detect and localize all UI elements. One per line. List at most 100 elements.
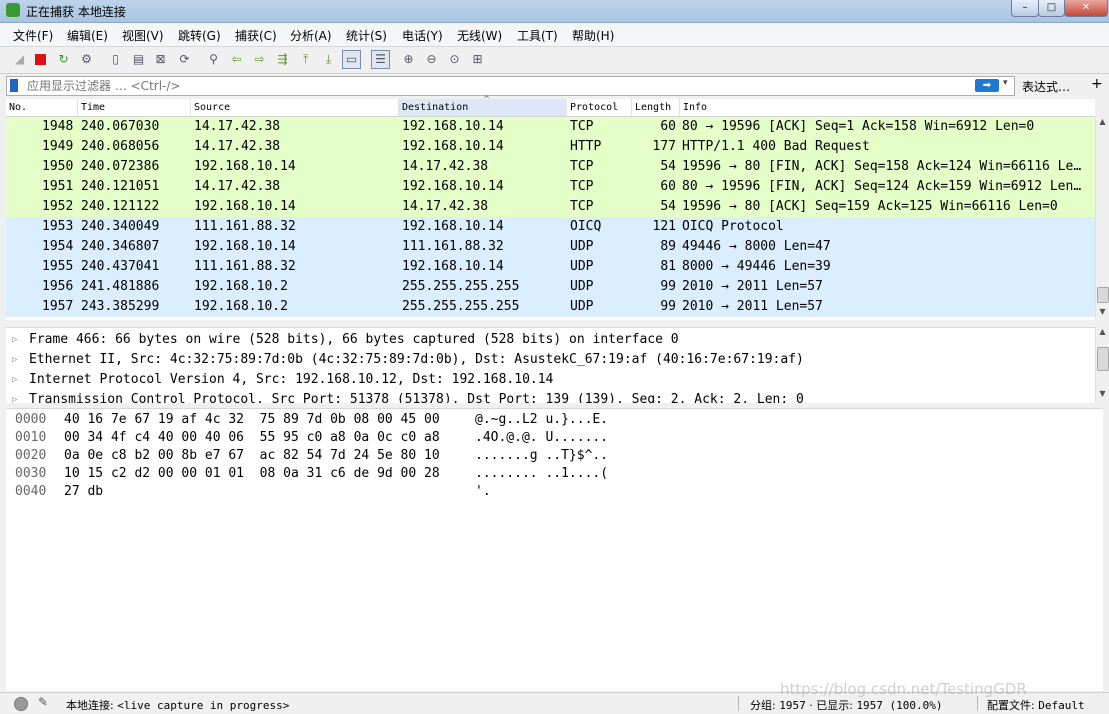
packet-row[interactable]: 1957 243.385299 192.168.10.2 255.255.255.25… bbox=[6, 297, 1095, 317]
menu-tools[interactable]: 工具(T) bbox=[517, 27, 558, 44]
packet-list-scrollbar[interactable]: ▲ ▼ bbox=[1095, 117, 1109, 320]
packet-protocol: UDP bbox=[570, 299, 594, 314]
byte-ascii[interactable]: ........ ..1....( bbox=[475, 465, 608, 483]
packet-protocol: OICQ bbox=[570, 219, 602, 234]
find-packet-icon[interactable]: ⚲ bbox=[205, 51, 222, 68]
resize-columns-icon[interactable]: ⊞ bbox=[469, 51, 486, 68]
menu-analyze[interactable]: 分析(A) bbox=[290, 27, 332, 44]
packet-length: 81 bbox=[660, 259, 676, 274]
column-length[interactable]: Length bbox=[632, 99, 680, 116]
menu-go[interactable]: 跳转(G) bbox=[178, 27, 221, 44]
zoom-reset-icon[interactable]: ⊙ bbox=[446, 51, 463, 68]
column-destination[interactable]: Destination bbox=[399, 99, 567, 116]
byte-ascii[interactable]: @.~g..L2 u.}...E. bbox=[475, 411, 608, 429]
profile-status[interactable]: 配置文件: Default bbox=[987, 697, 1085, 713]
byte-hex[interactable]: 00 34 4f c4 40 00 40 06 55 95 c0 a8 0a 0… bbox=[64, 429, 440, 447]
expand-arrow-icon[interactable]: ▷ bbox=[12, 330, 17, 350]
capture-comment-icon[interactable]: ✎ bbox=[38, 695, 48, 709]
column-time[interactable]: Time bbox=[78, 99, 191, 116]
packet-time: 240.437041 bbox=[81, 259, 160, 274]
filter-history-dropdown[interactable]: ▾ bbox=[1003, 78, 1008, 88]
go-to-packet-icon[interactable]: ⇶ bbox=[274, 51, 291, 68]
autoscroll-icon[interactable]: ▭ bbox=[342, 50, 361, 69]
capture-options-icon[interactable]: ⚙ bbox=[78, 51, 95, 68]
packet-row[interactable]: 1952 240.121122 192.168.10.14 14.17.42.38 TC… bbox=[6, 197, 1095, 217]
stop-capture-icon[interactable] bbox=[32, 51, 49, 68]
expand-arrow-icon[interactable]: ▷ bbox=[12, 370, 17, 390]
column-no[interactable]: No. bbox=[6, 99, 78, 116]
byte-hex[interactable]: 27 db bbox=[64, 483, 103, 501]
details-scrollbar[interactable]: ▲ ▼ bbox=[1095, 327, 1109, 402]
start-capture-icon[interactable]: ◢ bbox=[11, 51, 28, 68]
column-info[interactable]: Info bbox=[680, 99, 1095, 116]
details-scroll-up-icon[interactable]: ▲ bbox=[1096, 327, 1109, 336]
apply-filter-button[interactable]: ➡ bbox=[975, 79, 999, 92]
packet-time: 243.385299 bbox=[81, 299, 160, 314]
zoom-out-icon[interactable]: ⊖ bbox=[423, 51, 440, 68]
column-protocol[interactable]: Protocol bbox=[567, 99, 632, 116]
packet-row[interactable]: 1955 240.437041 111.161.88.32 192.168.10.14… bbox=[6, 257, 1095, 277]
profile-label: 配置文件: bbox=[987, 699, 1035, 712]
packet-row[interactable]: 1953 240.340049 111.161.88.32 192.168.10.14… bbox=[6, 217, 1095, 237]
menu-file[interactable]: 文件(F) bbox=[13, 27, 53, 44]
pane-splitter[interactable] bbox=[0, 321, 1109, 326]
byte-hex[interactable]: 10 15 c2 d2 00 00 01 01 08 0a 31 c6 de 9… bbox=[64, 465, 440, 483]
byte-ascii[interactable]: .4O.@.@. U....... bbox=[475, 429, 608, 447]
zoom-in-icon[interactable]: ⊕ bbox=[400, 51, 417, 68]
expand-arrow-icon[interactable]: ▷ bbox=[12, 350, 17, 370]
expression-button[interactable]: 表达式… bbox=[1022, 78, 1070, 95]
colorize-icon[interactable]: ☰ bbox=[371, 50, 390, 69]
packet-length: 60 bbox=[660, 179, 676, 194]
scroll-up-icon[interactable]: ▲ bbox=[1096, 117, 1109, 126]
menu-help[interactable]: 帮助(H) bbox=[572, 27, 614, 44]
byte-hex[interactable]: 40 16 7e 67 19 af 4c 32 75 89 7d 0b 08 0… bbox=[64, 411, 440, 429]
restart-capture-icon[interactable]: ↻ bbox=[55, 51, 72, 68]
menu-wireless[interactable]: 无线(W) bbox=[457, 27, 502, 44]
expand-arrow-icon[interactable]: ▷ bbox=[12, 390, 17, 403]
details-scroll-thumb[interactable] bbox=[1097, 347, 1109, 371]
bookmark-icon[interactable] bbox=[10, 79, 18, 92]
go-back-icon[interactable]: ⇦ bbox=[228, 51, 245, 68]
packet-no: 1952 bbox=[42, 199, 74, 214]
packet-row[interactable]: 1954 240.346807 192.168.10.14 111.161.88.32… bbox=[6, 237, 1095, 257]
packet-row[interactable]: 1949 240.068056 14.17.42.38 192.168.10.14 HT… bbox=[6, 137, 1095, 157]
packet-no: 1948 bbox=[42, 119, 74, 134]
display-filter-input[interactable] bbox=[27, 77, 927, 95]
maximize-button[interactable]: □ bbox=[1038, 0, 1065, 17]
expert-info-icon[interactable] bbox=[14, 697, 28, 711]
byte-offset: 0020 bbox=[15, 448, 47, 463]
packet-destination: 14.17.42.38 bbox=[402, 159, 489, 174]
byte-ascii[interactable]: '. bbox=[475, 483, 491, 501]
scroll-down-icon[interactable]: ▼ bbox=[1096, 307, 1109, 316]
menu-telephony[interactable]: 电话(Y) bbox=[402, 27, 443, 44]
packet-time: 240.072386 bbox=[81, 159, 160, 174]
packet-row[interactable]: 1956 241.481886 192.168.10.2 255.255.255.25… bbox=[6, 277, 1095, 297]
go-first-packet-icon[interactable]: ⤒ bbox=[297, 51, 314, 68]
go-last-packet-icon[interactable]: ⤓ bbox=[320, 51, 337, 68]
close-button[interactable]: ✕ bbox=[1064, 0, 1108, 17]
menu-capture[interactable]: 捕获(C) bbox=[235, 27, 277, 44]
detail-text: Transmission Control Protocol, Src Port:… bbox=[29, 392, 804, 403]
packet-length: 121 bbox=[652, 219, 676, 234]
packet-row[interactable]: 1951 240.121051 14.17.42.38 192.168.10.14 TC… bbox=[6, 177, 1095, 197]
packet-row[interactable]: 1948 240.067030 14.17.42.38 192.168.10.14 TC… bbox=[6, 117, 1095, 137]
menu-edit[interactable]: 编辑(E) bbox=[67, 27, 108, 44]
byte-offset: 0010 bbox=[15, 430, 47, 445]
details-scroll-down-icon[interactable]: ▼ bbox=[1096, 389, 1109, 398]
go-forward-icon[interactable]: ⇨ bbox=[251, 51, 268, 68]
open-file-icon[interactable]: ▯ bbox=[107, 51, 124, 68]
byte-hex[interactable]: 0a 0e c8 b2 00 8b e7 67 ac 82 54 7d 24 5… bbox=[64, 447, 440, 465]
scroll-thumb[interactable] bbox=[1097, 287, 1109, 303]
packet-row[interactable]: 1950 240.072386 192.168.10.14 14.17.42.38 TC… bbox=[6, 157, 1095, 177]
packet-time: 241.481886 bbox=[81, 279, 160, 294]
save-file-icon[interactable]: ▤ bbox=[130, 51, 147, 68]
menu-view[interactable]: 视图(V) bbox=[122, 27, 164, 44]
packet-destination: 192.168.10.14 bbox=[402, 259, 504, 274]
add-filter-button[interactable]: + bbox=[1091, 76, 1103, 92]
minimize-button[interactable]: – bbox=[1011, 0, 1039, 17]
byte-ascii[interactable]: .......g ..T}$^.. bbox=[475, 447, 608, 465]
reload-file-icon[interactable]: ⟳ bbox=[176, 51, 193, 68]
menu-statistics[interactable]: 统计(S) bbox=[346, 27, 387, 44]
column-source[interactable]: Source bbox=[191, 99, 399, 116]
close-file-icon[interactable]: ⊠ bbox=[152, 51, 169, 68]
